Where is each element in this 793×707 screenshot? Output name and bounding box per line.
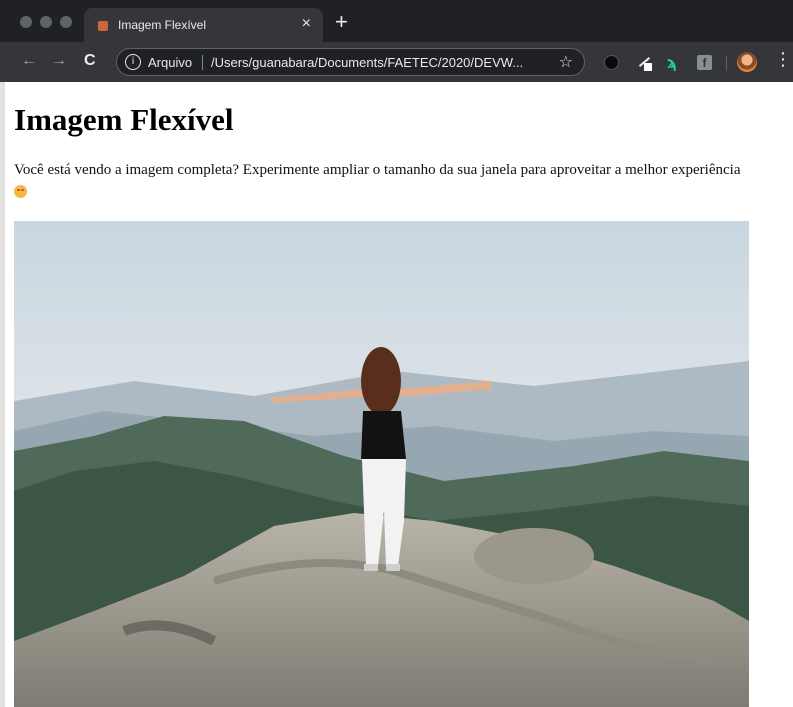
close-window-icon[interactable] xyxy=(20,16,32,28)
bookmark-star-icon[interactable]: ☆ xyxy=(559,52,573,71)
browser-chrome: Imagem Flexível × + ← → C i Arquivo /Use… xyxy=(0,0,793,82)
tab-imagem-flexivel[interactable]: Imagem Flexível × xyxy=(84,8,323,42)
omnibox-divider xyxy=(202,55,203,70)
reload-button[interactable]: C xyxy=(84,52,96,70)
hero-image xyxy=(14,221,749,707)
intro-paragraph: Você está vendo a imagem completa? Exper… xyxy=(14,160,789,202)
address-bar[interactable]: i Arquivo /Users/guanabara/Documents/FAE… xyxy=(116,48,585,76)
file-scheme-label: Arquivo xyxy=(148,55,193,70)
info-icon[interactable]: i xyxy=(125,54,141,70)
tab-close-button[interactable]: × xyxy=(302,15,311,33)
new-tab-button[interactable]: + xyxy=(335,11,348,33)
forward-button[interactable]: → xyxy=(51,52,67,70)
mountain-photo xyxy=(14,221,749,707)
starstruck-emoji-icon xyxy=(14,185,27,199)
page-content: Imagem Flexível Você está vendo a imagem… xyxy=(0,82,793,707)
rock-boulder xyxy=(474,528,594,584)
right-shoe xyxy=(386,564,400,571)
pen-square xyxy=(644,63,652,71)
tab-strip: Imagem Flexível × + xyxy=(0,0,793,42)
intro-text: Você está vendo a imagem completa? Exper… xyxy=(14,162,741,178)
minimize-window-icon[interactable] xyxy=(40,16,52,28)
toolbar-divider xyxy=(726,56,727,71)
tab-title: Imagem Flexível xyxy=(118,18,207,32)
maximize-window-icon[interactable] xyxy=(60,16,72,28)
hair xyxy=(361,347,401,415)
green-extension-icon[interactable]: ϡ xyxy=(667,55,682,71)
profile-avatar[interactable] xyxy=(737,52,757,72)
facebook-icon[interactable]: f xyxy=(697,55,712,70)
left-shoe xyxy=(364,564,378,571)
url-text[interactable]: /Users/guanabara/Documents/FAETEC/2020/D… xyxy=(211,55,523,70)
back-button[interactable]: ← xyxy=(21,52,37,70)
page-title: Imagem Flexível xyxy=(14,102,234,137)
vpn-shield-icon[interactable] xyxy=(604,55,619,70)
favicon-icon xyxy=(98,21,108,31)
black-top xyxy=(361,411,406,459)
browser-menu-icon[interactable]: ⋮ xyxy=(774,50,792,70)
pen-extension-icon[interactable] xyxy=(636,55,652,71)
